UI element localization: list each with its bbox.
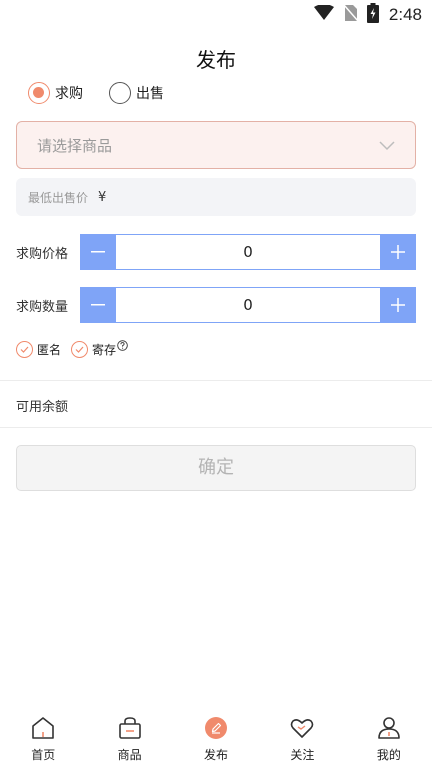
bottom-tab-bar: 首页 商品 发布 关注 我的 <box>0 706 432 768</box>
divider <box>0 380 432 381</box>
product-select-placeholder: 请选择商品 <box>37 136 113 155</box>
divider <box>0 427 432 428</box>
tab-publish[interactable]: 发布 <box>173 706 259 768</box>
bid-price-increment-button[interactable] <box>380 234 416 270</box>
radio-label-sell: 出售 <box>136 86 164 102</box>
chevron-down-icon <box>379 136 395 155</box>
trade-type-radio-group: 求购 出售 <box>28 82 190 104</box>
radio-checked-icon[interactable] <box>28 82 50 104</box>
tab-label-products: 商品 <box>117 748 142 762</box>
bid-quantity-input[interactable]: 0 <box>116 287 380 323</box>
page-title: 发布 <box>196 48 236 72</box>
status-bar: 2:48 <box>0 0 432 30</box>
radio-unchecked-icon[interactable] <box>109 82 131 104</box>
radio-option-sell[interactable]: 出售 <box>109 82 164 104</box>
bag-icon <box>116 714 144 742</box>
bid-price-decrement-button[interactable] <box>80 234 116 270</box>
currency-symbol: ¥ <box>98 189 107 205</box>
bid-quantity-label: 求购数量 <box>16 299 69 315</box>
options-row: 匿名 寄存 <box>16 340 138 358</box>
home-icon <box>29 714 57 742</box>
radio-label-buy: 求购 <box>55 86 83 102</box>
bid-quantity-row: 求购数量 0 <box>16 287 416 323</box>
available-balance-label: 可用余额 <box>16 400 69 415</box>
person-icon <box>375 714 403 742</box>
tab-label-follow: 关注 <box>290 748 315 762</box>
bid-quantity-stepper: 0 <box>80 287 416 323</box>
help-icon[interactable] <box>117 336 128 355</box>
minus-icon <box>91 251 105 253</box>
tab-products[interactable]: 商品 <box>86 706 172 768</box>
bid-price-stepper: 0 <box>80 234 416 270</box>
plus-icon <box>391 245 405 259</box>
tab-follow[interactable]: 关注 <box>259 706 345 768</box>
min-sale-price-field: 最低出售价 ¥ <box>16 178 416 216</box>
anonymous-checkbox[interactable]: 匿名 <box>16 341 61 358</box>
publish-icon <box>202 714 230 742</box>
heart-icon <box>288 714 316 742</box>
bid-quantity-increment-button[interactable] <box>380 287 416 323</box>
wifi-icon <box>313 4 335 25</box>
bid-price-input[interactable]: 0 <box>116 234 380 270</box>
minus-icon <box>91 304 105 306</box>
bid-price-label: 求购价格 <box>16 246 69 262</box>
anonymous-label: 匿名 <box>37 343 62 357</box>
bid-price-row: 求购价格 0 <box>16 234 416 270</box>
status-time: 2:48 <box>388 5 422 24</box>
check-circle-icon[interactable] <box>71 341 89 358</box>
tab-label-home: 首页 <box>31 748 56 762</box>
tab-mine[interactable]: 我的 <box>346 706 432 768</box>
consign-checkbox[interactable]: 寄存 <box>71 340 128 358</box>
plus-icon <box>391 298 405 312</box>
no-sim-icon <box>343 4 359 26</box>
status-icons: 2:48 <box>313 3 422 27</box>
check-circle-icon[interactable] <box>16 341 33 358</box>
tab-home[interactable]: 首页 <box>0 706 86 768</box>
battery-charging-icon <box>366 3 379 27</box>
tab-label-publish: 发布 <box>204 748 229 762</box>
min-sale-price-label: 最低出售价 <box>28 190 89 205</box>
consign-label: 寄存 <box>92 343 117 357</box>
confirm-button[interactable]: 确定 <box>16 445 416 491</box>
product-select[interactable]: 请选择商品 <box>16 121 416 169</box>
bid-quantity-decrement-button[interactable] <box>80 287 116 323</box>
radio-option-buy[interactable]: 求购 <box>28 82 83 104</box>
tab-label-mine: 我的 <box>376 748 401 762</box>
